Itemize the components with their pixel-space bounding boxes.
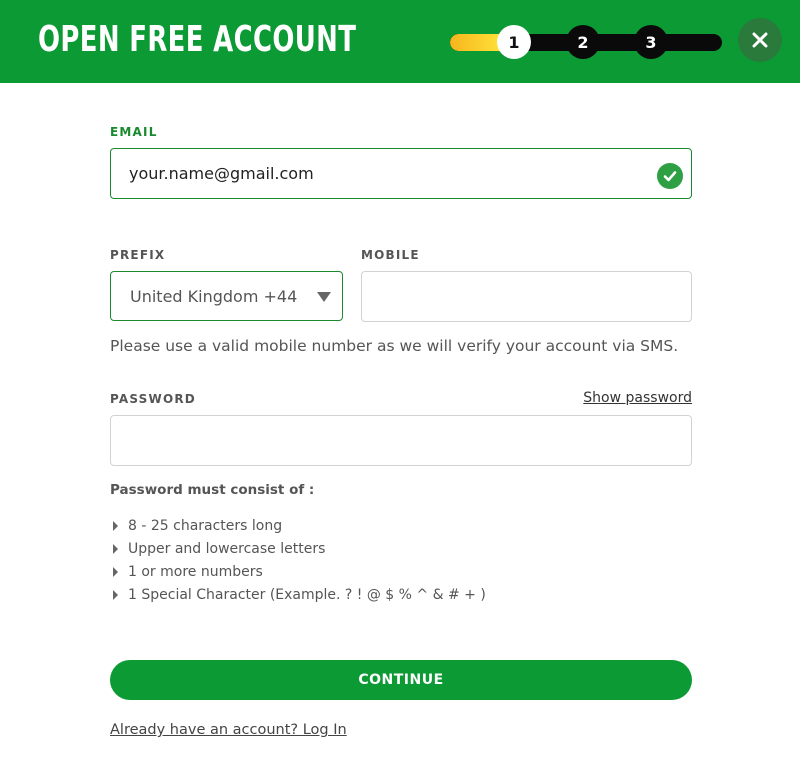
step-2: 2	[566, 25, 600, 59]
caret-right-icon	[113, 520, 118, 531]
mobile-hint: Please use a valid mobile number as we w…	[110, 337, 679, 355]
continue-button[interactable]: CONTINUE	[110, 660, 692, 700]
list-item: 8 - 25 characters long	[110, 514, 486, 537]
password-rules-list: 8 - 25 characters long Upper and lowerca…	[110, 514, 486, 606]
list-item: 1 or more numbers	[110, 560, 486, 583]
chevron-down-icon	[317, 292, 331, 302]
close-button[interactable]	[738, 18, 782, 62]
check-circle-icon	[663, 171, 677, 182]
step-3: 3	[634, 25, 668, 59]
password-input[interactable]	[110, 415, 692, 466]
email-input[interactable]	[110, 148, 692, 199]
caret-right-icon	[113, 566, 118, 577]
mobile-input[interactable]	[361, 271, 692, 322]
password-rules-title: Password must consist of :	[110, 482, 315, 498]
list-item: 1 Special Character (Example. ? ! @ $ % …	[110, 583, 486, 606]
prefix-select[interactable]: United Kingdom +44	[110, 271, 343, 321]
caret-right-icon	[113, 543, 118, 554]
prefix-selected-value: United Kingdom +44	[130, 286, 298, 306]
email-label: EMAIL	[110, 125, 158, 139]
mobile-label: MOBILE	[361, 248, 420, 262]
password-label: PASSWORD	[110, 392, 196, 406]
modal-header: OPEN FREE ACCOUNT 1 2 3	[0, 0, 800, 83]
caret-right-icon	[113, 589, 118, 600]
show-password-link[interactable]: Show password	[583, 390, 692, 406]
prefix-label: PREFIX	[110, 248, 166, 262]
login-link[interactable]: Already have an account? Log In	[110, 722, 347, 738]
close-icon	[752, 32, 768, 48]
page-title: OPEN FREE ACCOUNT	[38, 19, 357, 60]
step-1: 1	[497, 25, 531, 59]
email-valid-badge	[657, 163, 683, 189]
progress-fill	[450, 34, 502, 51]
list-item: Upper and lowercase letters	[110, 537, 486, 560]
